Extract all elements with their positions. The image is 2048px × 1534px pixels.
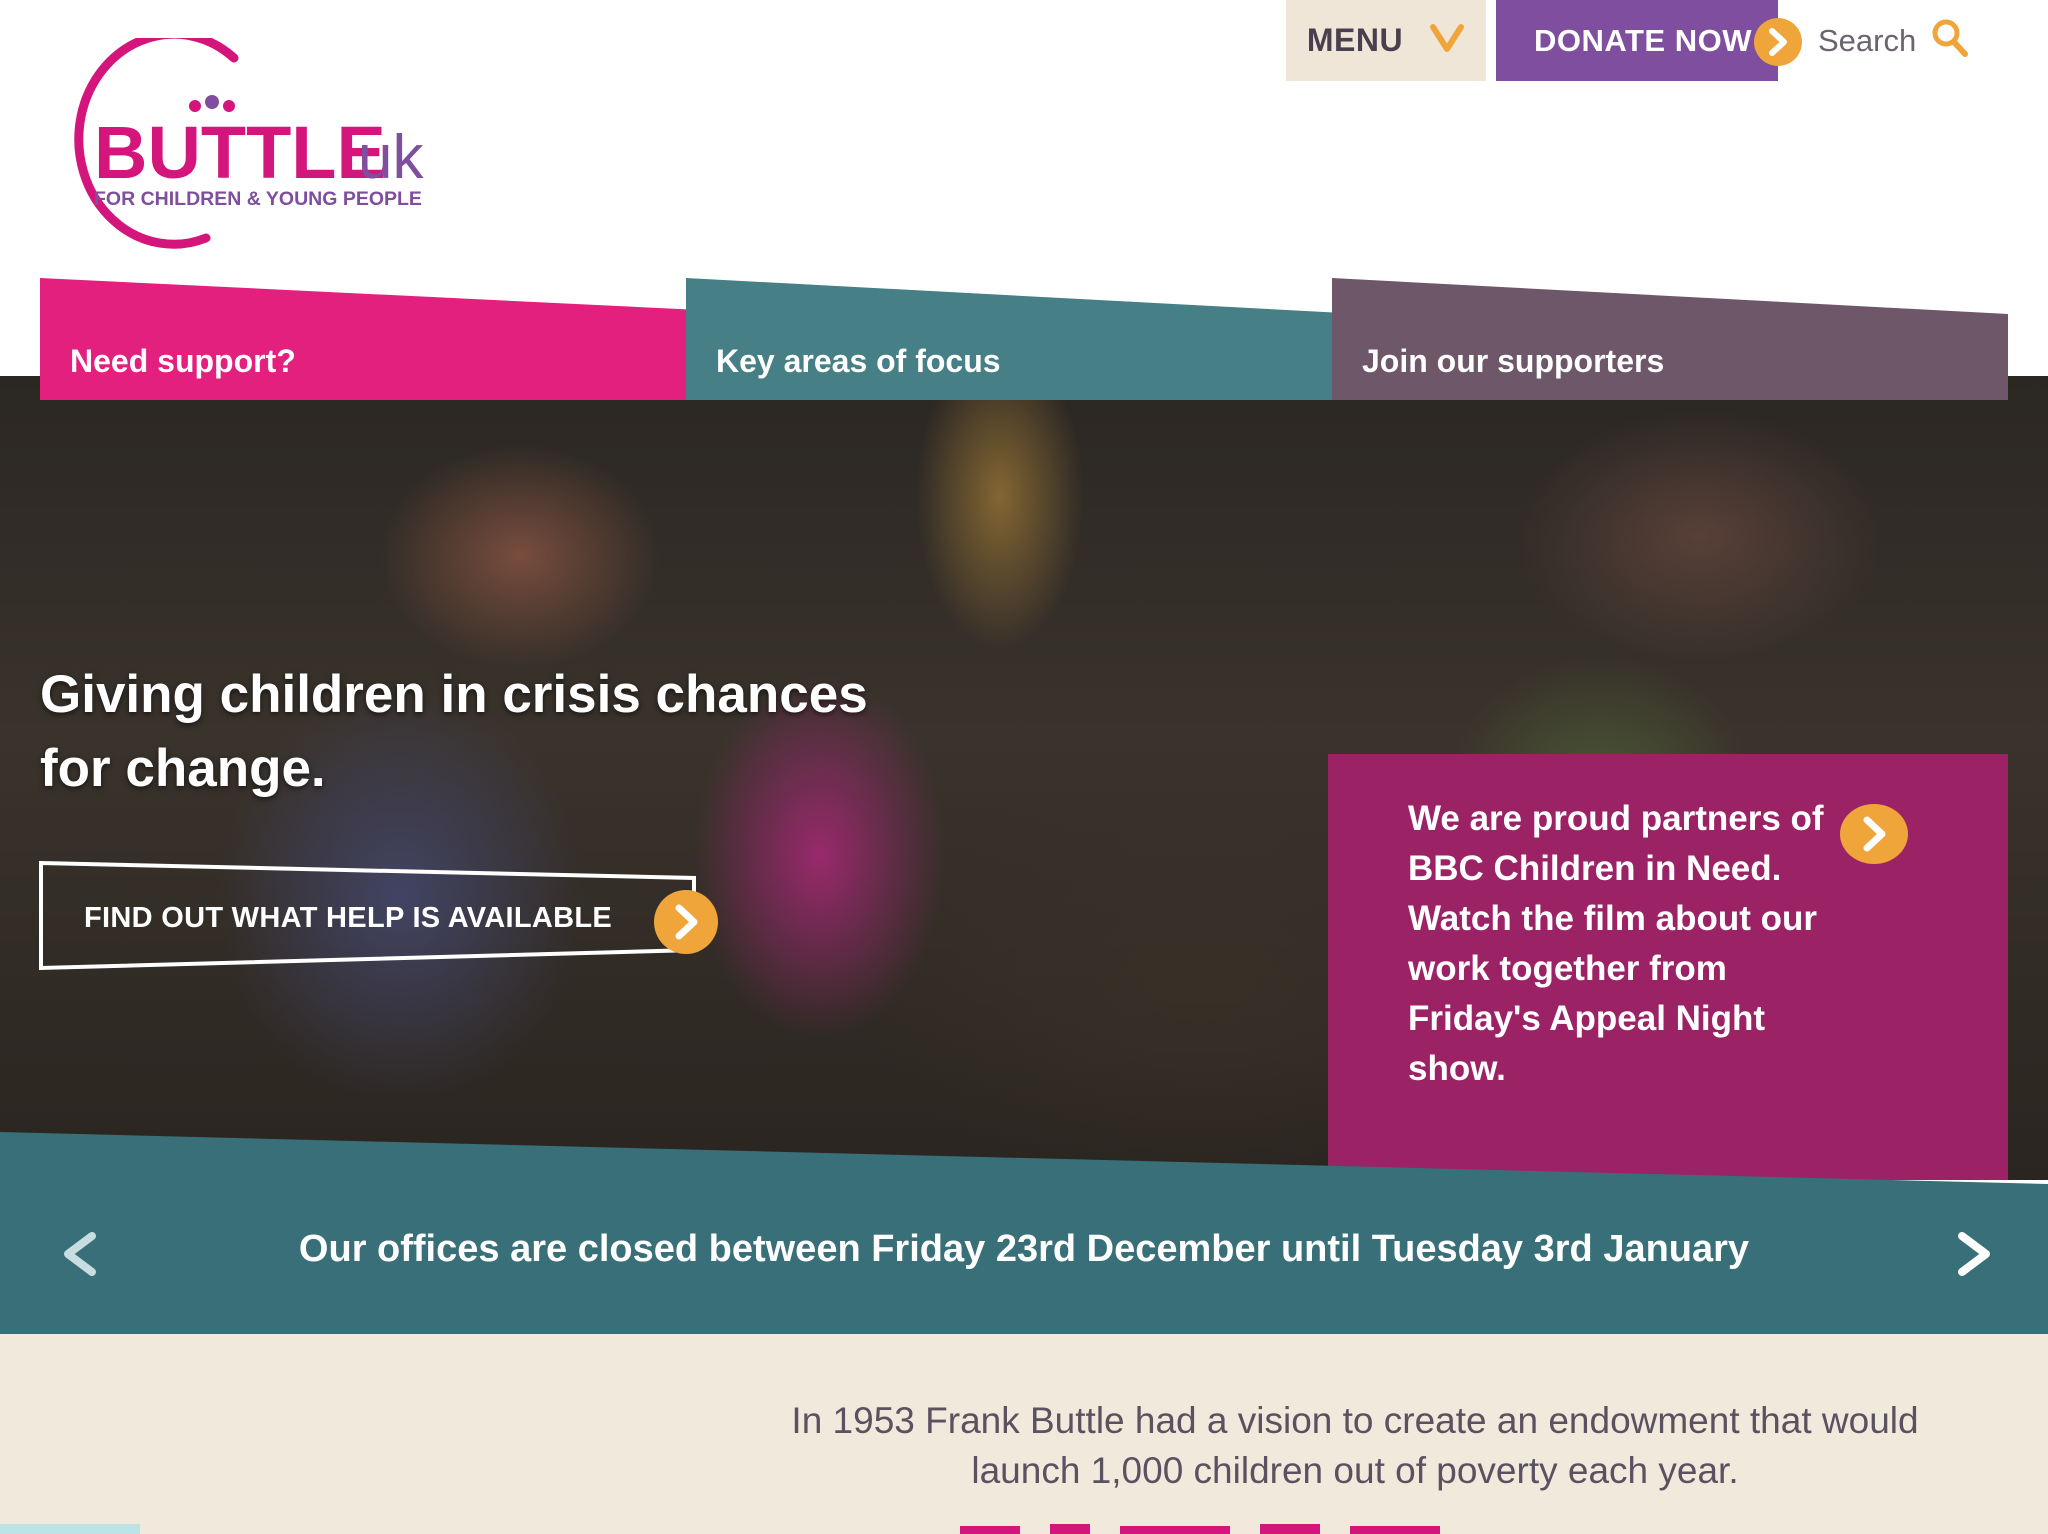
search-icon [1930,17,1970,64]
tab-join-our-supporters[interactable]: Join our supporters [1332,278,2008,400]
category-tabs: Need support? Key areas of focus Join ou… [0,278,2048,400]
logo-wordmark: BUTTLE [94,111,386,194]
menu-label: MENU [1306,22,1404,58]
tab-label: Key areas of focus [716,343,1001,379]
chevron-down-icon [1429,23,1465,58]
bbc-children-in-need-promo[interactable]: We are proud partners of BBC Children in… [1328,754,2008,1180]
chevron-right-icon[interactable] [1954,1232,1994,1281]
donate-label: DONATE NOW [1534,22,1752,58]
arrow-right-circle-icon [1754,18,1802,71]
intro-text: In 1953 Frank Buttle had a vision to cre… [791,1400,1919,1491]
arrow-right-circle-icon [1840,804,1908,869]
decorative-accent [0,1524,140,1534]
tab-key-areas-of-focus[interactable]: Key areas of focus [686,278,1362,400]
search-label: Search [1818,22,1917,58]
top-navigation: MENU DONATE NOW Search [1286,0,1998,81]
hero-banner: Giving children in crisis chances for ch… [0,376,2048,1180]
donate-now-button[interactable]: DONATE NOW [1496,0,1802,81]
buttle-uk-logo[interactable]: BUTTLE uk FOR CHILDREN & YOUNG PEOPLE [38,38,458,258]
find-help-button[interactable]: FIND OUT WHAT HELP IS AVAILABLE [38,860,738,976]
notice-text: Our offices are closed between Friday 23… [298,1228,1750,1270]
menu-button[interactable]: MENU [1286,0,1486,81]
logo-tagline: FOR CHILDREN & YOUNG PEOPLE [94,188,422,210]
find-help-label: FIND OUT WHAT HELP IS AVAILABLE [84,902,613,934]
intro-section: In 1953 Frank Buttle had a vision to cre… [0,1334,2048,1534]
logo-suffix: uk [358,123,424,192]
search-button[interactable]: Search [1818,0,1998,81]
promo-text: We are proud partners of BBC Children in… [1408,799,1824,1088]
tab-need-support[interactable]: Need support? [40,278,700,400]
next-heading-peek [960,1524,1440,1534]
tab-label: Join our supporters [1362,343,1665,379]
hero-headline: Giving children in crisis chances for ch… [40,665,868,798]
tab-label: Need support? [70,343,296,379]
notice-carousel: Our offices are closed between Friday 23… [0,1132,2048,1334]
arrow-right-circle-icon [654,890,718,959]
